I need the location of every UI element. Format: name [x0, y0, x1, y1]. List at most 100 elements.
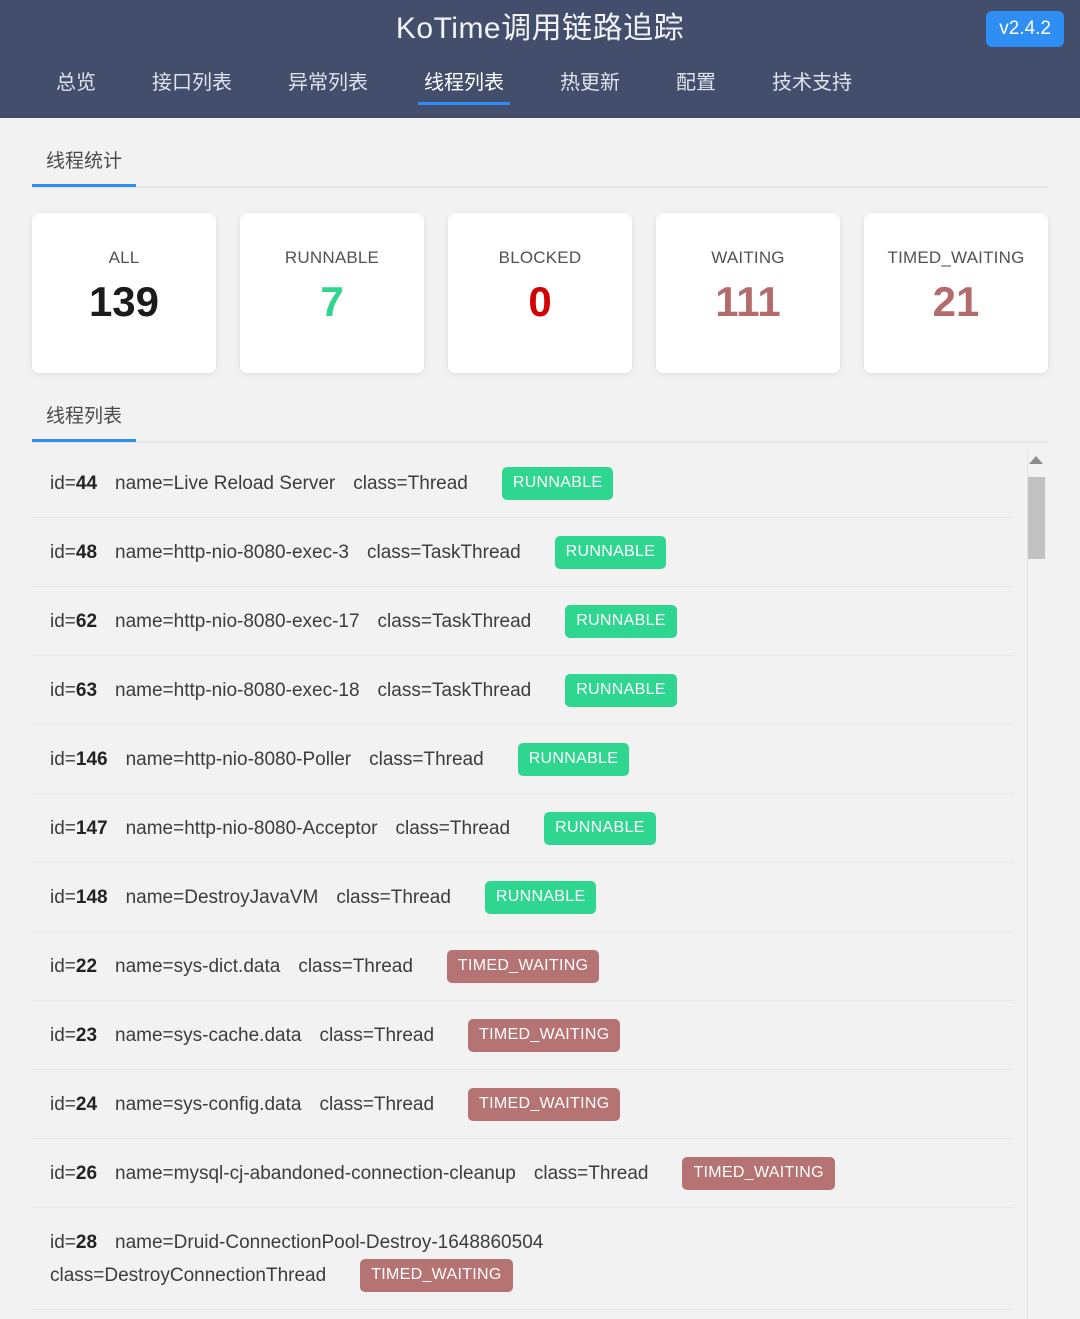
status-badge: RUNNABLE: [554, 536, 667, 569]
stat-value: 139: [88, 278, 160, 325]
thread-list: id=44 name=Live Reload Server class=Thread…: [32, 449, 1048, 1319]
stat-value: 111: [715, 278, 781, 325]
thread-id-value: 48: [75, 542, 98, 563]
stat-label: ALL: [108, 248, 140, 267]
thread-id: id=146: [50, 749, 108, 770]
table-row[interactable]: id=146 name=http-nio-8080-Poller class=Thr…: [32, 725, 1014, 794]
stat-value: 7: [320, 278, 344, 325]
thread-id: id=62: [50, 611, 98, 632]
stats-tabbar: 线程统计: [32, 144, 1048, 188]
thread-id-value: 26: [75, 1163, 98, 1184]
nav-item-5[interactable]: 配置: [676, 73, 716, 105]
thread-name: name=http-nio-8080-exec-3: [115, 542, 349, 563]
stat-card-runnable[interactable]: RUNNABLE 7: [240, 213, 424, 373]
page-title: KoTime调用链路追踪: [395, 12, 685, 45]
thread-id: id=24: [50, 1094, 98, 1115]
thread-class-value: TaskThread: [431, 680, 532, 701]
thread-id-value: 147: [75, 818, 108, 839]
thread-name: name=http-nio-8080-Acceptor: [125, 818, 378, 839]
nav-item-2[interactable]: 异常列表: [288, 73, 368, 105]
thread-class: class=Thread: [369, 749, 484, 770]
table-row[interactable]: id=62 name=http-nio-8080-exec-17 class=Tas…: [32, 587, 1014, 656]
status-badge: TIMED_WAITING: [360, 1259, 513, 1292]
thread-name: name=sys-dict.data: [115, 956, 281, 977]
thread-name: name=http-nio-8080-exec-18: [115, 680, 360, 701]
nav-item-4[interactable]: 热更新: [560, 73, 620, 105]
stat-card-all[interactable]: ALL 139: [32, 213, 216, 373]
tab-thread-stats[interactable]: 线程统计: [32, 144, 137, 187]
thread-id-value: 146: [75, 749, 108, 770]
thread-name-value: sys-config.data: [173, 1094, 302, 1115]
thread-name: name=Live Reload Server: [115, 473, 336, 494]
table-row[interactable]: id=24 name=sys-config.data class=Thread TIM…: [32, 1070, 1014, 1139]
scroll-up-arrow-icon[interactable]: [1029, 456, 1043, 464]
thread-class: class=Thread: [336, 887, 451, 908]
stat-card-blocked[interactable]: BLOCKED 0: [448, 213, 632, 373]
table-row[interactable]: id=22 name=sys-dict.data class=Thread TIMED…: [32, 932, 1014, 1001]
nav-item-3[interactable]: 线程列表: [418, 73, 510, 105]
table-row[interactable]: id=48 name=http-nio-8080-exec-3 class=Task…: [32, 518, 1014, 587]
thread-id-value: 44: [75, 473, 98, 494]
main-nav: 总览 接口列表 异常列表 线程列表 热更新 配置 技术支持 v2.4.2: [0, 11, 1080, 105]
thread-class: class=Thread: [353, 473, 468, 494]
thread-class-value: Thread: [373, 1094, 435, 1115]
thread-class-value: TaskThread: [421, 542, 521, 563]
thread-list-wrap: id=44 name=Live Reload Server class=Thread…: [32, 449, 1048, 1319]
tab-thread-list[interactable]: 线程列表: [32, 399, 137, 442]
thread-name-value: http-nio-8080-exec-3: [173, 542, 349, 563]
table-row[interactable]: id=148 name=DestroyJavaVM class=Thread RUNN…: [32, 863, 1014, 932]
stat-label: TIMED_WAITING: [887, 248, 1025, 267]
stats-section: 线程统计 ALL 139 RUNNABLE 7 BLOCKED 0 WAITING 111 TI…: [0, 144, 1080, 373]
nav-item-0[interactable]: 总览: [56, 73, 96, 105]
status-badge: TIMED_WAITING: [468, 1019, 621, 1052]
stat-card-waiting[interactable]: WAITING 111: [656, 213, 840, 373]
thread-class-value: Thread: [390, 887, 451, 908]
table-row[interactable]: id=44 name=Live Reload Server class=Thread…: [32, 449, 1014, 518]
thread-id: id=44: [50, 473, 98, 494]
thread-name: name=DestroyJavaVM: [125, 887, 319, 908]
list-scrollbar[interactable]: [1027, 449, 1045, 1319]
thread-name: name=Druid-ConnectionPool-Destroy-164886…: [115, 1232, 544, 1253]
stat-value: 0: [528, 278, 552, 325]
stat-label: BLOCKED: [498, 248, 582, 267]
stat-card-timed_waiting[interactable]: TIMED_WAITING 21: [864, 213, 1048, 373]
version-badge: v2.4.2: [986, 11, 1064, 47]
thread-class: class=DestroyConnectionThread: [50, 1265, 327, 1286]
thread-class: class=Thread: [319, 1094, 435, 1115]
status-badge: TIMED_WAITING: [446, 950, 600, 983]
stat-label: WAITING: [711, 248, 785, 267]
table-row[interactable]: id=63 name=http-nio-8080-exec-18 class=Tas…: [32, 656, 1014, 725]
thread-class: class=TaskThread: [366, 542, 521, 563]
thread-class: class=Thread: [319, 1025, 435, 1046]
thread-id-value: 148: [75, 887, 108, 908]
thread-name: name=http-nio-8080-Poller: [125, 749, 352, 770]
status-badge: TIMED_WAITING: [468, 1088, 621, 1121]
status-badge: RUNNABLE: [565, 674, 677, 707]
table-row[interactable]: id=28 name=Druid-ConnectionPool-Destroy-1…: [32, 1208, 1014, 1310]
thread-id: id=63: [50, 680, 98, 701]
table-row[interactable]: id=147 name=http-nio-8080-Acceptor class=T…: [32, 794, 1014, 863]
status-badge: RUNNABLE: [517, 743, 630, 776]
table-row[interactable]: id=23 name=sys-cache.data class=Thread TIME…: [32, 1001, 1014, 1070]
scrollbar-thumb[interactable]: [1028, 477, 1045, 559]
thread-name-value: sys-dict.data: [173, 956, 281, 977]
thread-list-section: 线程列表 id=44 name=Live Reload Server class=T…: [0, 399, 1080, 1319]
stat-cards: ALL 139 RUNNABLE 7 BLOCKED 0 WAITING 111 TIMED_W…: [32, 213, 1048, 373]
nav-item-6[interactable]: 技术支持: [772, 73, 852, 105]
thread-id: id=22: [50, 956, 98, 977]
thread-id-value: 28: [75, 1232, 98, 1253]
thread-name-value: Druid-ConnectionPool-Destroy-1648860504: [173, 1232, 544, 1253]
nav-item-1[interactable]: 接口列表: [152, 73, 232, 105]
thread-class-value: Thread: [373, 1025, 435, 1046]
status-badge: RUNNABLE: [484, 881, 597, 914]
thread-class-value: Thread: [449, 818, 511, 839]
thread-class-value: DestroyConnectionThread: [104, 1265, 327, 1286]
thread-name-value: http-nio-8080-Acceptor: [184, 818, 378, 839]
thread-name-value: sys-cache.data: [173, 1025, 302, 1046]
stat-label: RUNNABLE: [284, 248, 380, 267]
thread-id: id=147: [50, 818, 108, 839]
thread-class: class=Thread: [395, 818, 511, 839]
thread-id-value: 62: [75, 611, 98, 632]
table-row[interactable]: id=26 name=mysql-cj-abandoned-connection-…: [32, 1139, 1014, 1208]
thread-id: id=26: [50, 1163, 98, 1184]
